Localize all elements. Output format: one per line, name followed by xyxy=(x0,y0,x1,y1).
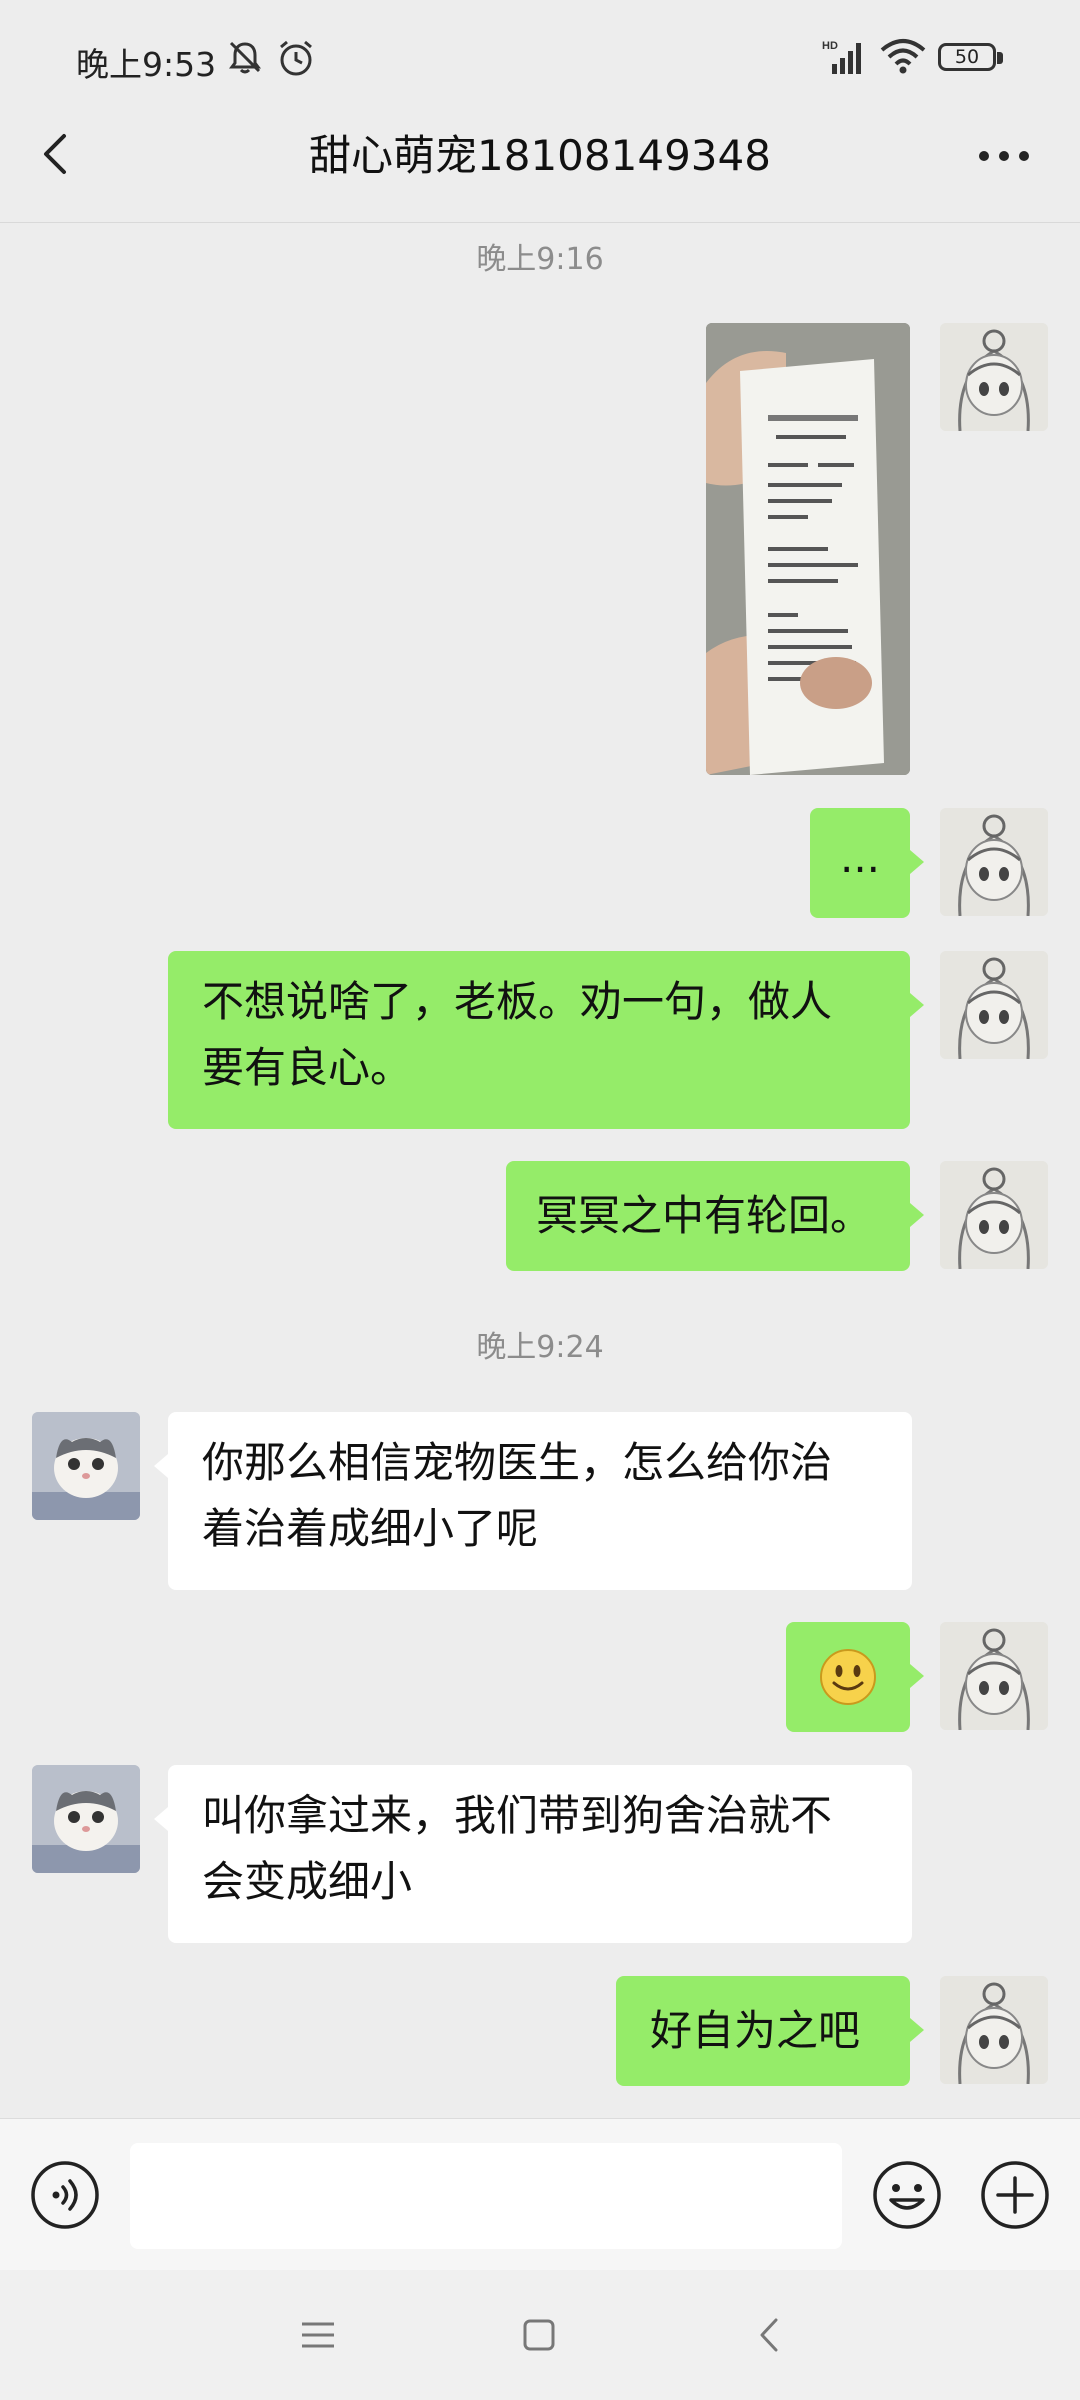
receipt-photo[interactable] xyxy=(706,323,910,775)
message-text-line: 要有良心。 xyxy=(202,1043,413,1092)
battery-icon: 50 xyxy=(938,43,1006,75)
bubble-tail xyxy=(910,1664,924,1688)
my-avatar[interactable] xyxy=(940,1976,1048,2084)
wifi-icon xyxy=(880,39,926,74)
anime-girl-avatar-image xyxy=(940,1976,1048,2084)
bubble-tail xyxy=(910,2018,924,2042)
my-avatar[interactable] xyxy=(940,1161,1048,1269)
message-text: ... xyxy=(839,833,881,882)
bubble-tail xyxy=(910,850,924,874)
anime-girl-avatar-image xyxy=(940,951,1048,1059)
anime-girl-avatar-image xyxy=(940,808,1048,916)
my-avatar[interactable] xyxy=(940,951,1048,1059)
my-message-bubble[interactable]: 不想说啥了，老板。劝一句，做人 要有良心。 xyxy=(168,951,910,1129)
my-avatar[interactable] xyxy=(940,808,1048,916)
receipt-photo-image xyxy=(706,323,910,775)
cat-avatar-image xyxy=(32,1765,140,1873)
chat-title: 甜心萌宠18108149348 xyxy=(309,131,771,180)
bell-off-icon xyxy=(229,41,261,74)
message-text: 好自为之吧 xyxy=(650,2006,861,2055)
status-time: 晚上9:53 xyxy=(76,45,217,84)
timestamp: 晚上9:16 xyxy=(476,242,604,277)
anime-girl-avatar-image xyxy=(940,1622,1048,1730)
more-dots-icon[interactable] xyxy=(978,150,1030,162)
message-text-line: 着治着成细小了呢 xyxy=(202,1504,539,1553)
svg-text:HD: HD xyxy=(822,40,838,52)
message-text-line: 你那么相信宠物医生，怎么给你治 xyxy=(202,1438,833,1487)
message-text-line: 叫你拿过来，我们带到狗舍治就不 xyxy=(202,1791,833,1840)
my-message-bubble[interactable] xyxy=(786,1622,910,1732)
my-message-bubble[interactable]: 好自为之吧 xyxy=(616,1976,910,2086)
back-triangle-icon[interactable] xyxy=(756,2316,782,2354)
my-avatar[interactable] xyxy=(940,323,1048,431)
my-avatar[interactable] xyxy=(940,1622,1048,1730)
contact-message-bubble[interactable]: 你那么相信宠物医生，怎么给你治 着治着成细小了呢 xyxy=(168,1412,912,1590)
message-text-line: 不想说啥了，老板。劝一句，做人 xyxy=(202,977,833,1026)
bubble-tail xyxy=(910,993,924,1017)
contact-message-bubble[interactable]: 叫你拿过来，我们带到狗舍治就不 会变成细小 xyxy=(168,1765,912,1943)
cat-avatar-image xyxy=(32,1412,140,1520)
plus-icon[interactable] xyxy=(980,2160,1050,2230)
timestamp: 晚上9:24 xyxy=(476,1330,604,1365)
hd-signal-icon: HD xyxy=(822,40,861,74)
home-square-icon[interactable] xyxy=(522,2318,556,2352)
message-text-line: 会变成细小 xyxy=(202,1857,413,1906)
anime-girl-avatar-image xyxy=(940,323,1048,431)
message-input[interactable] xyxy=(130,2143,842,2249)
my-message-bubble[interactable]: ... xyxy=(810,808,910,918)
menu-icon[interactable] xyxy=(300,2320,336,2350)
contact-avatar[interactable] xyxy=(32,1765,140,1873)
battery-level: 50 xyxy=(954,46,980,68)
bubble-tail xyxy=(154,1454,168,1478)
chevron-left-icon[interactable] xyxy=(36,128,76,180)
message-text: 冥冥之中有轮回。 xyxy=(536,1191,873,1240)
emoji-icon[interactable] xyxy=(872,2160,942,2230)
bubble-tail xyxy=(154,1807,168,1831)
anime-girl-avatar-image xyxy=(940,1161,1048,1269)
my-message-bubble[interactable]: 冥冥之中有轮回。 xyxy=(506,1161,910,1271)
contact-avatar[interactable] xyxy=(32,1412,140,1520)
smile-emoji-icon xyxy=(820,1649,876,1705)
voice-icon[interactable] xyxy=(30,2160,100,2230)
bubble-tail xyxy=(910,1203,924,1227)
alarm-icon xyxy=(280,40,312,76)
